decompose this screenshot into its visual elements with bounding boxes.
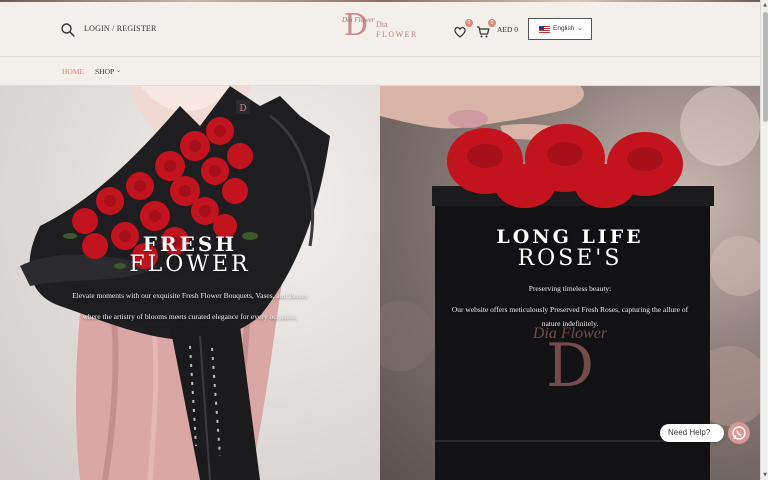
hero-left-description-line1: Elevate moments with our exquisite Fresh… — [72, 291, 308, 300]
page-scrollbar[interactable]: ▲ ▼ — [760, 0, 768, 480]
hero-right-description-line2: nature indefinitely. — [541, 319, 599, 328]
chevron-down-icon: ⌄ — [577, 24, 583, 32]
need-help-label: Need Help? — [668, 428, 711, 437]
site-header: LOGIN / REGISTER D Dia Flower Dia FLOWER… — [0, 2, 760, 57]
cart-total[interactable]: AED 0 — [497, 25, 518, 34]
wishlist-count-badge: 0 — [465, 19, 473, 27]
nav-item-shop[interactable]: SHOP — [95, 67, 114, 76]
scroll-down-arrow-icon[interactable]: ▼ — [761, 472, 768, 478]
language-label: English — [553, 25, 575, 32]
hero-left-description-line2: where the artistry of blooms meets curat… — [82, 312, 298, 321]
hero-right-title-line1: LONG LIFE — [496, 226, 644, 248]
logo-line1: Dia — [376, 20, 388, 29]
hero-fresh-flower[interactable]: D FRESH FLOWER Elevate moments with our … — [0, 86, 380, 480]
cart-count-badge: 0 — [488, 19, 496, 27]
nav-item-home[interactable]: HOME — [62, 67, 84, 76]
chat-help-button[interactable] — [728, 422, 750, 444]
hero-right-subtitle: Preserving timeless beauty: — [528, 284, 612, 293]
chevron-down-icon: ⌄ — [116, 67, 122, 74]
hero-right-description-line1: Our website offers meticulously Preserve… — [451, 305, 689, 314]
whatsapp-icon — [732, 426, 746, 440]
rose-box-image: D Dia Flower — [380, 86, 760, 480]
search-icon[interactable] — [60, 22, 76, 38]
site-logo[interactable]: D Dia Flower Dia FLOWER — [340, 11, 424, 45]
wishlist-button[interactable]: 0 — [453, 19, 473, 38]
cart-icon — [477, 26, 490, 38]
scroll-up-arrow-icon[interactable]: ▲ — [761, 2, 768, 8]
scrollbar-thumb[interactable] — [762, 12, 768, 122]
hero-left-title-line2: FLOWER — [129, 252, 251, 277]
svg-text:D: D — [239, 104, 246, 114]
cart-button[interactable]: 0 — [476, 19, 496, 38]
logo-script: Dia Flower — [342, 16, 375, 24]
heart-icon — [454, 26, 466, 38]
need-help-tooltip[interactable]: Need Help? — [660, 424, 724, 442]
us-flag-icon — [539, 26, 550, 33]
language-selector[interactable]: English ⌄ — [528, 18, 592, 40]
main-nav: HOME SHOP ⌄ — [0, 58, 760, 86]
logo-line2: FLOWER — [376, 30, 418, 39]
hero-right-title-line2: ROSE'S — [517, 246, 623, 271]
bouquet-image: D — [20, 86, 330, 480]
login-register-link[interactable]: LOGIN / REGISTER — [84, 24, 157, 33]
hero-long-life-roses[interactable]: D Dia Flower LONG LIFE ROSE'S Preserving… — [380, 86, 760, 480]
